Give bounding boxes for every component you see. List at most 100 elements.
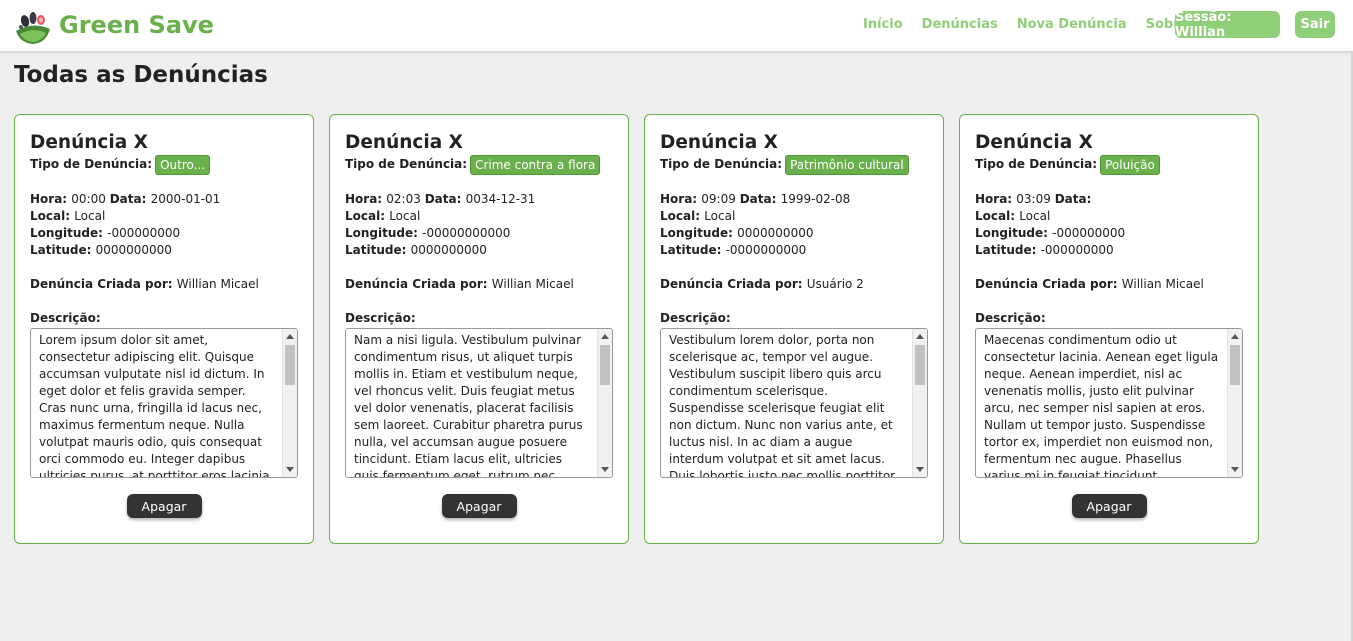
tipo-badge: Crime contra a flora [470, 154, 601, 175]
criada-por-value: Willian Micael [1121, 277, 1204, 291]
data-label: Data: [424, 192, 466, 206]
tipo-badge: Outro... [155, 154, 211, 175]
descricao-text: Maecenas condimentum odio ut consectetur… [984, 333, 1219, 478]
longitude-label: Longitude: [660, 226, 738, 240]
descricao-row: Descrição: [345, 310, 613, 327]
descricao-scrollbar[interactable] [1227, 329, 1242, 477]
local-row: Local: Local [660, 208, 928, 225]
local-row: Local: Local [975, 208, 1243, 225]
tipo-label: Tipo de Denúncia: [30, 157, 153, 171]
latitude-row: Latitude: -000000000 [975, 242, 1243, 259]
data-value: 1999-02-08 [780, 192, 851, 206]
descricao-scrollbar[interactable] [597, 329, 612, 477]
descricao-scrollbar[interactable] [282, 329, 297, 477]
criada-por-row: Denúncia Criada por: Usuário 2 [660, 276, 928, 293]
hora-value: 09:09 [701, 192, 736, 206]
apagar-button[interactable]: Apagar [1071, 494, 1147, 518]
longitude-value: -00000000000 [422, 226, 511, 240]
data-label: Data: [1054, 192, 1092, 206]
green-save-logo-icon[interactable] [14, 7, 52, 45]
descricao-text: Nam a nisi ligula. Vestibulum pulvinar c… [354, 333, 583, 478]
descricao-textarea[interactable]: Nam a nisi ligula. Vestibulum pulvinar c… [345, 328, 613, 478]
scrollbar-thumb[interactable] [285, 345, 295, 385]
local-label: Local: [30, 209, 75, 223]
longitude-label: Longitude: [975, 226, 1053, 240]
brand-name[interactable]: Green Save [59, 11, 214, 39]
descricao-row: Descrição: [975, 310, 1243, 327]
descricao-textarea[interactable]: Vestibulum lorem dolor, porta non sceler… [660, 328, 928, 478]
apagar-button[interactable]: Apagar [441, 494, 517, 518]
tipo-row: Tipo de Denúncia: Outro... [30, 154, 298, 175]
longitude-value: -000000000 [1052, 226, 1126, 240]
latitude-label: Latitude: [975, 243, 1041, 257]
descricao-label: Descrição: [975, 311, 1046, 325]
local-value: Local [389, 209, 421, 223]
tipo-label: Tipo de Denúncia: [660, 157, 783, 171]
hora-data-row: Hora: 00:00 Data: 2000-01-01 [30, 191, 298, 208]
hora-label: Hora: [660, 192, 702, 206]
descricao-text: Lorem ipsum dolor sit amet, consectetur … [39, 333, 270, 478]
scroll-down-arrow-icon[interactable] [601, 467, 609, 472]
hora-value: 00:00 [71, 192, 106, 206]
hora-data-row: Hora: 02:03 Data: 0034-12-31 [345, 191, 613, 208]
scrollbar-thumb[interactable] [1230, 345, 1240, 385]
nav-link-inicio[interactable]: Início [863, 17, 903, 32]
longitude-label: Longitude: [345, 226, 423, 240]
criada-por-row: Denúncia Criada por: Willian Micael [975, 276, 1243, 293]
descricao-label: Descrição: [345, 311, 416, 325]
longitude-row: Longitude: 0000000000 [660, 225, 928, 242]
longitude-value: 0000000000 [737, 226, 814, 240]
scrollbar-thumb[interactable] [600, 345, 610, 385]
tipo-badge: Patrimônio cultural [785, 154, 909, 175]
scroll-down-arrow-icon[interactable] [916, 467, 924, 472]
logout-button[interactable]: Sair [1295, 11, 1335, 38]
scroll-up-arrow-icon[interactable] [1231, 334, 1239, 339]
nav-link-nova-denuncia[interactable]: Nova Denúncia [1017, 17, 1127, 32]
nav-link-denuncias[interactable]: Denúncias [922, 17, 998, 32]
criada-por-label: Denúncia Criada por: [30, 277, 177, 291]
criada-por-value: Willian Micael [176, 277, 259, 291]
criada-por-label: Denúncia Criada por: [975, 277, 1122, 291]
hora-data-row: Hora: 09:09 Data: 1999-02-08 [660, 191, 928, 208]
longitude-row: Longitude: -00000000000 [345, 225, 613, 242]
scroll-up-arrow-icon[interactable] [916, 334, 924, 339]
tipo-row: Tipo de Denúncia: Poluição [975, 154, 1243, 175]
local-label: Local: [345, 209, 390, 223]
report-card: Denúncia X Tipo de Denúncia: Crime contr… [329, 114, 629, 544]
descricao-textarea[interactable]: Maecenas condimentum odio ut consectetur… [975, 328, 1243, 478]
latitude-row: Latitude: 0000000000 [30, 242, 298, 259]
scroll-up-arrow-icon[interactable] [286, 334, 294, 339]
longitude-row: Longitude: -000000000 [30, 225, 298, 242]
scroll-down-arrow-icon[interactable] [286, 467, 294, 472]
tipo-label: Tipo de Denúncia: [975, 157, 1098, 171]
session-button[interactable]: Sessão: Willian [1175, 10, 1280, 40]
descricao-textarea[interactable]: Lorem ipsum dolor sit amet, consectetur … [30, 328, 298, 478]
scroll-up-arrow-icon[interactable] [601, 334, 609, 339]
scrollbar-thumb[interactable] [915, 345, 925, 385]
local-value: Local [74, 209, 106, 223]
descricao-scrollbar[interactable] [912, 329, 927, 477]
data-value: 0034-12-31 [465, 192, 536, 206]
scroll-down-arrow-icon[interactable] [1231, 467, 1239, 472]
criada-por-row: Denúncia Criada por: Willian Micael [30, 276, 298, 293]
main-nav: Início Denúncias Nova Denúncia Sobre [863, 17, 1188, 32]
criada-por-row: Denúncia Criada por: Willian Micael [345, 276, 613, 293]
card-title: Denúncia X [345, 132, 463, 153]
tipo-row: Tipo de Denúncia: Patrimônio cultural [660, 154, 928, 175]
descricao-row: Descrição: [30, 310, 298, 327]
card-title: Denúncia X [660, 132, 778, 153]
descricao-label: Descrição: [30, 311, 101, 325]
descricao-text: Vestibulum lorem dolor, porta non sceler… [669, 333, 898, 478]
page-title: Todas as Denúncias [14, 62, 268, 88]
data-label: Data: [109, 192, 151, 206]
card-title: Denúncia X [30, 132, 148, 153]
criada-por-value: Willian Micael [491, 277, 574, 291]
local-value: Local [704, 209, 736, 223]
latitude-value: -000000000 [1040, 243, 1114, 257]
criada-por-value: Usuário 2 [806, 277, 864, 291]
criada-por-label: Denúncia Criada por: [345, 277, 492, 291]
apagar-button[interactable]: Apagar [126, 494, 202, 518]
latitude-label: Latitude: [660, 243, 726, 257]
local-label: Local: [975, 209, 1020, 223]
tipo-row: Tipo de Denúncia: Crime contra a flora [345, 154, 613, 175]
